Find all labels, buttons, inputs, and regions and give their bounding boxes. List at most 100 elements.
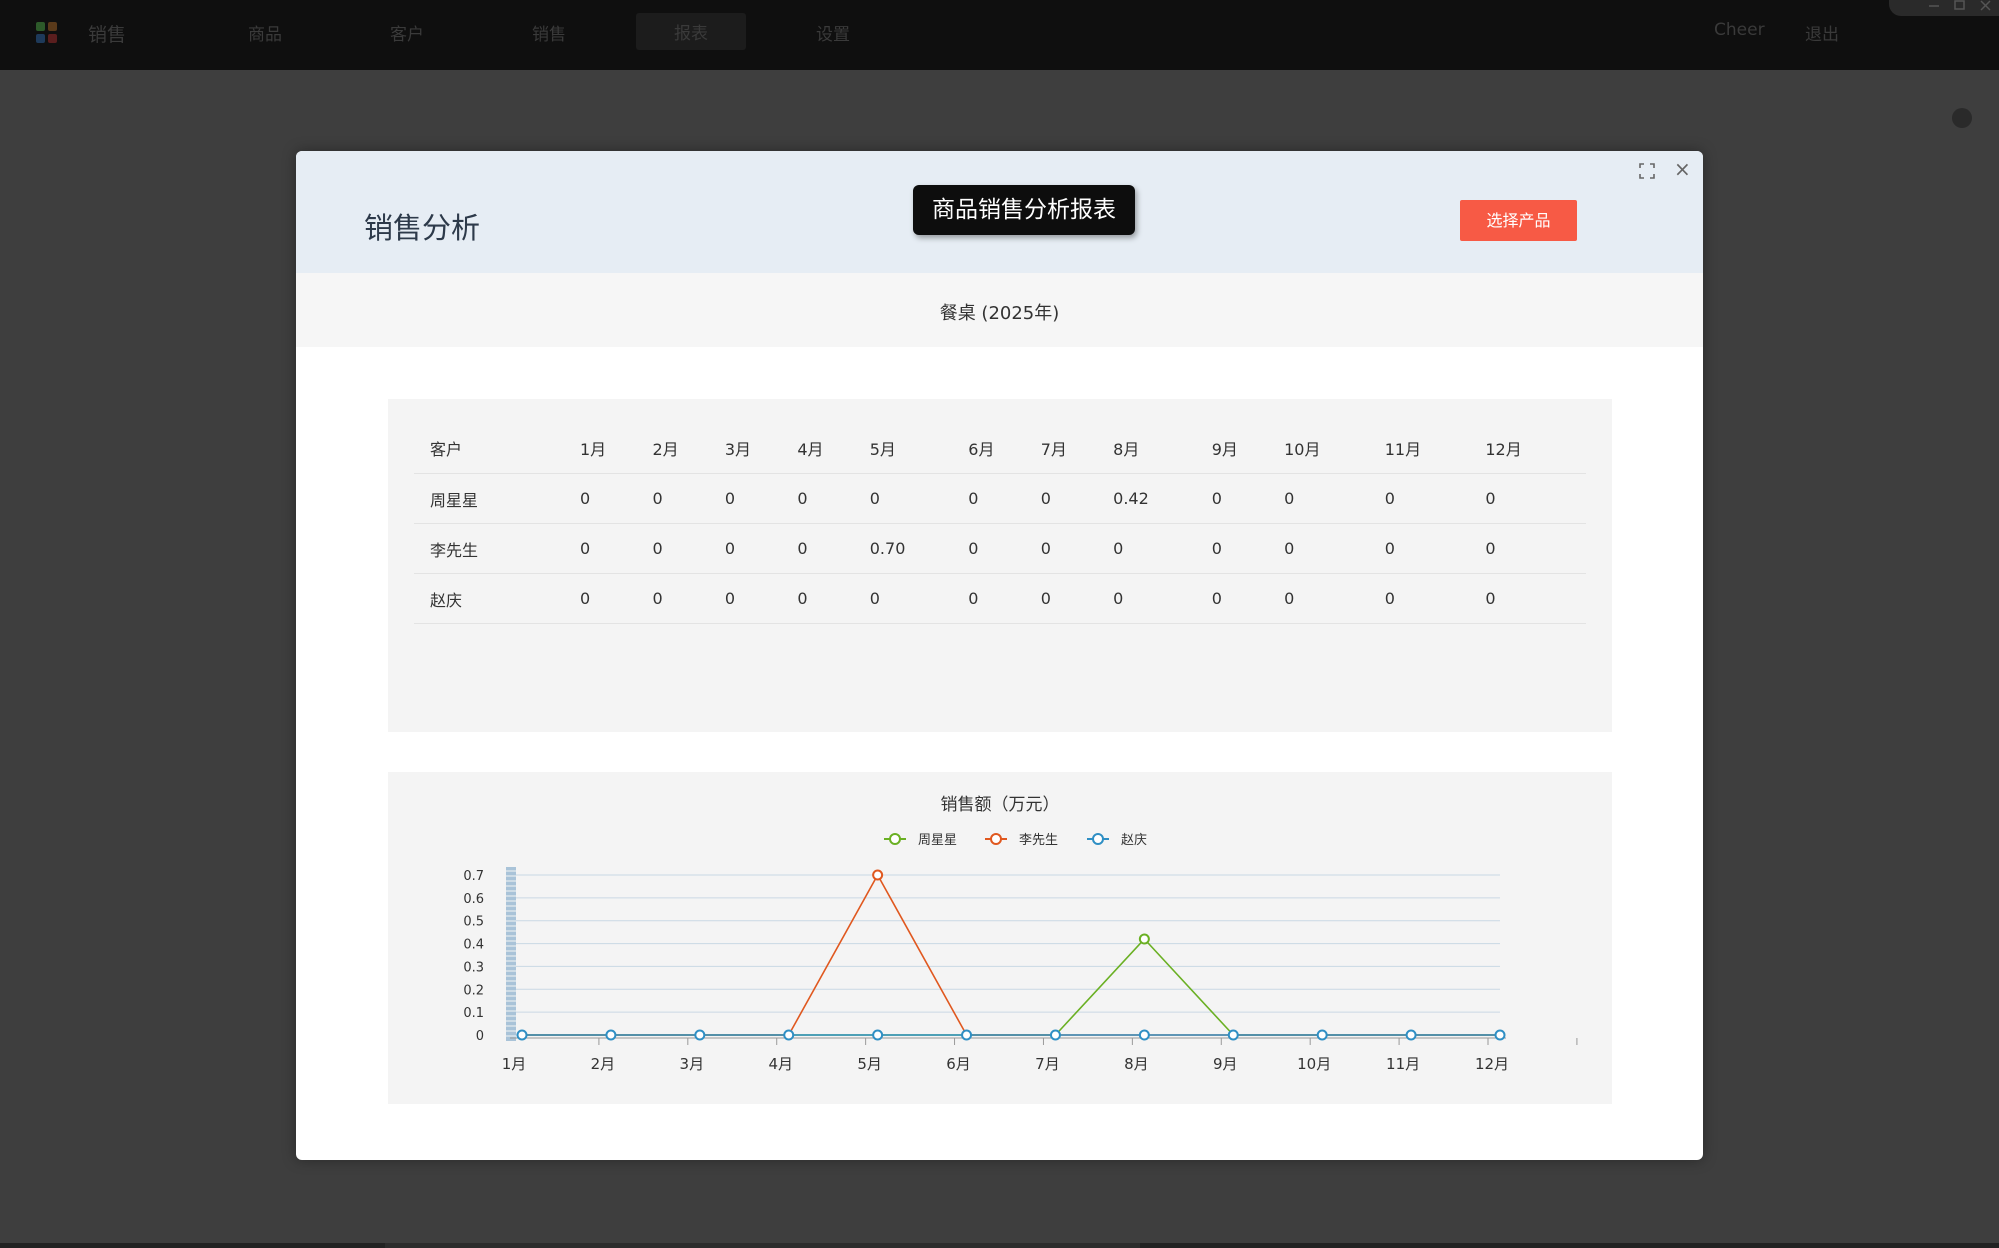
table-cell: 0 (1040, 523, 1114, 574)
x-tick-label: 5月 (857, 1055, 882, 1073)
column-header: 客户 (414, 423, 580, 474)
nav-item-sales[interactable]: 销售 (532, 20, 566, 45)
table-cell: 0 (797, 573, 870, 624)
table-cell: 0 (1384, 473, 1486, 524)
table-cell: 0 (1211, 523, 1285, 574)
x-tick-label: 2月 (591, 1055, 616, 1073)
data-point (783, 1029, 795, 1041)
legend-label: 赵庆 (1121, 833, 1147, 848)
table-cell: 0 (1211, 573, 1285, 624)
table-cell: 0 (1284, 573, 1385, 624)
nav-brand[interactable]: 销售 (88, 20, 126, 47)
report-title-badge: 商品销售分析报表 (913, 185, 1135, 235)
nav-item-settings[interactable]: 设置 (816, 20, 850, 45)
data-point (1138, 933, 1150, 945)
column-header: 6月 (968, 423, 1041, 474)
table-cell: 周星星 (414, 473, 580, 524)
y-tick-label: 0.5 (463, 915, 484, 930)
table-cell: 0 (1485, 573, 1586, 624)
x-tick-label: 4月 (768, 1055, 793, 1073)
data-point (694, 1029, 706, 1041)
data-point (516, 1029, 528, 1041)
product-year-subtitle: 餐桌 (2025年) (939, 303, 1060, 324)
modal-title: 销售分析 (364, 211, 481, 245)
window-controls-icon[interactable] (1889, 0, 1999, 16)
x-tick-label: 8月 (1124, 1055, 1149, 1073)
table-cell: 0 (652, 523, 725, 574)
table-cell: 0 (652, 473, 725, 524)
table-cell: 0 (1284, 523, 1385, 574)
table-cell: 0 (869, 573, 969, 624)
table-cell: 0 (724, 473, 798, 524)
data-point (1049, 1029, 1061, 1041)
column-header: 11月 (1384, 423, 1486, 474)
background-dot (1952, 108, 1972, 128)
table-cell: 0 (1040, 573, 1114, 624)
x-tick-label: 12月 (1475, 1055, 1509, 1073)
column-header: 10月 (1284, 423, 1385, 474)
select-product-button[interactable]: 选择产品 (1460, 200, 1577, 241)
table-cell: 0 (580, 573, 653, 624)
current-user[interactable]: Cheer (1714, 20, 1765, 40)
table-cell: 0 (869, 473, 969, 524)
table-cell: 0 (1211, 473, 1285, 524)
x-tick-label: 11月 (1386, 1055, 1420, 1073)
table-header-row: 客户 1月 2月 3月 4月 5月 6月 7月 8月 9月 10月 11月 12… (414, 423, 1586, 474)
fullscreen-icon[interactable] (1639, 163, 1655, 179)
legend-label: 李先生 (1019, 833, 1058, 848)
logout-link[interactable]: 退出 (1805, 20, 1839, 45)
table-cell: 0 (1113, 573, 1212, 624)
table-cell: 李先生 (414, 523, 580, 574)
x-tick-label: 9月 (1213, 1055, 1238, 1073)
sales-analysis-modal: 销售分析 商品销售分析报表 选择产品 × 餐桌 (2025年) 客户 1月 2月… (296, 151, 1703, 1160)
column-header: 4月 (797, 423, 870, 474)
window-controls (1889, 0, 1999, 16)
table-cell: 0 (797, 523, 870, 574)
data-point (1138, 1029, 1150, 1041)
legend-marker (990, 833, 1002, 845)
table-cell: 0.70 (869, 523, 969, 574)
table-cell: 0 (1485, 473, 1586, 524)
nav-item-products[interactable]: 商品 (248, 20, 282, 45)
x-tick-label: 10月 (1297, 1055, 1331, 1073)
nav-item-reports[interactable]: 报表 (636, 13, 746, 50)
x-tick-label: 6月 (946, 1055, 971, 1073)
y-tick-label: 0.1 (463, 1006, 484, 1021)
table-row: 赵庆 0 0 0 0 0 0 0 0 0 0 0 0 (414, 573, 1586, 624)
y-axis-bar (506, 867, 516, 1041)
table-cell: 赵庆 (414, 573, 580, 624)
column-header: 12月 (1485, 423, 1586, 474)
y-tick-label: 0.6 (463, 892, 484, 907)
table-cell: 0 (580, 523, 653, 574)
table-cell: 0 (797, 473, 870, 524)
table-cell: 0 (1384, 573, 1486, 624)
column-header: 5月 (869, 423, 969, 474)
nav-item-customers[interactable]: 客户 (390, 20, 424, 45)
sales-table: 客户 1月 2月 3月 4月 5月 6月 7月 8月 9月 10月 11月 12… (414, 423, 1586, 624)
legend-marker (1092, 833, 1104, 845)
table-cell: 0 (968, 473, 1041, 524)
data-point (1494, 1029, 1506, 1041)
table-cell: 0 (580, 473, 653, 524)
data-point (1405, 1029, 1417, 1041)
table-cell: 0 (1485, 523, 1586, 574)
table-cell: 0.42 (1113, 473, 1212, 524)
table-cell: 0 (1040, 473, 1114, 524)
y-tick-label: 0.4 (463, 938, 484, 953)
bottom-strip (0, 1243, 1999, 1248)
x-tick-label: 1月 (502, 1055, 527, 1073)
close-icon[interactable]: × (1674, 159, 1691, 179)
table-cell: 0 (1284, 473, 1385, 524)
sales-line-chart: 销售额（万元） 周星星 李先生 赵庆 0 0.1 0.2 0.3 0.4 0.5 0.6 0.7 1月 2… (463, 795, 1578, 1073)
table-cell: 0 (968, 573, 1041, 624)
column-header: 3月 (724, 423, 798, 474)
table-row: 李先生 0 0 0 0 0.70 0 0 0 0 0 0 0 (414, 523, 1586, 574)
data-point (1227, 1029, 1239, 1041)
column-header: 9月 (1211, 423, 1285, 474)
top-nav-bar: 销售 商品 客户 销售 报表 设置 Cheer 退出 (0, 0, 1999, 70)
table-cell: 0 (1384, 523, 1486, 574)
y-tick-label: 0.2 (463, 983, 484, 998)
y-tick-label: 0 (476, 1029, 484, 1044)
x-tick-label: 3月 (680, 1055, 705, 1073)
subtitle-bar: 餐桌 (2025年) (296, 273, 1703, 347)
